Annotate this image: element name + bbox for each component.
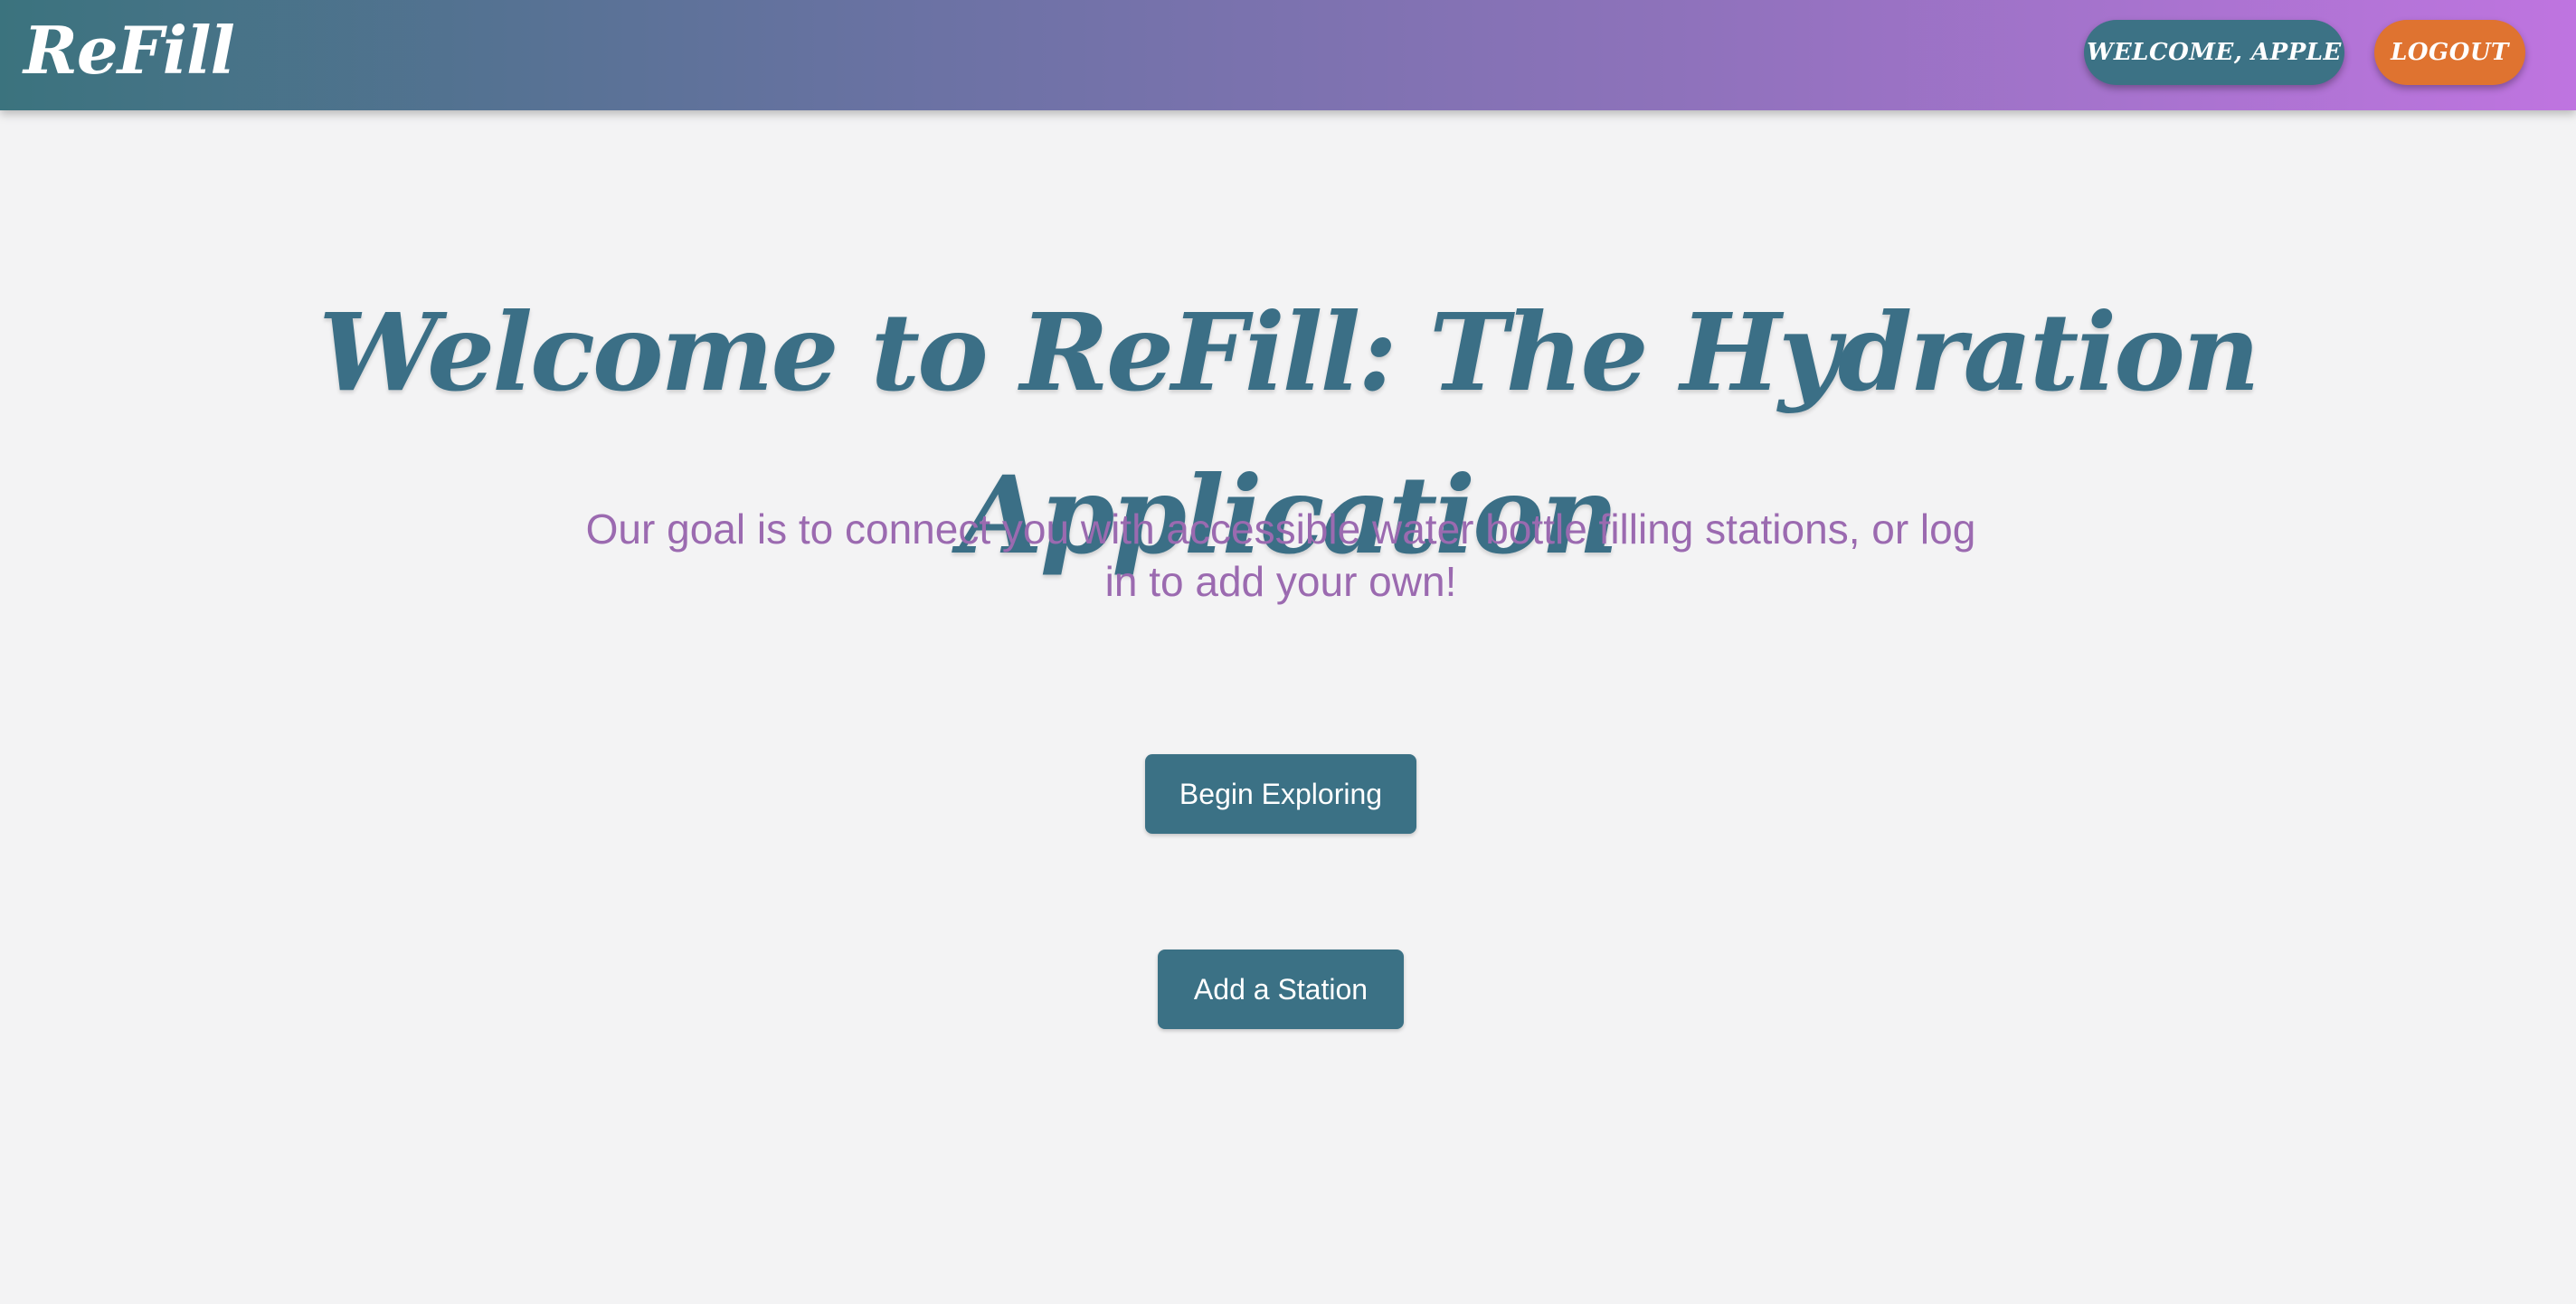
welcome-user-button[interactable]: WELCOME, APPLE — [2084, 20, 2344, 85]
add-station-button[interactable]: Add a Station — [1158, 950, 1404, 1029]
begin-exploring-button[interactable]: Begin Exploring — [1145, 754, 1416, 834]
hero-subtitle: Our goal is to connect you with accessib… — [585, 506, 1976, 605]
top-navbar: ReFill WELCOME, APPLE LOGOUT — [0, 0, 2576, 110]
brand-logo[interactable]: ReFill — [24, 5, 235, 96]
logout-button[interactable]: LOGOUT — [2374, 20, 2525, 85]
